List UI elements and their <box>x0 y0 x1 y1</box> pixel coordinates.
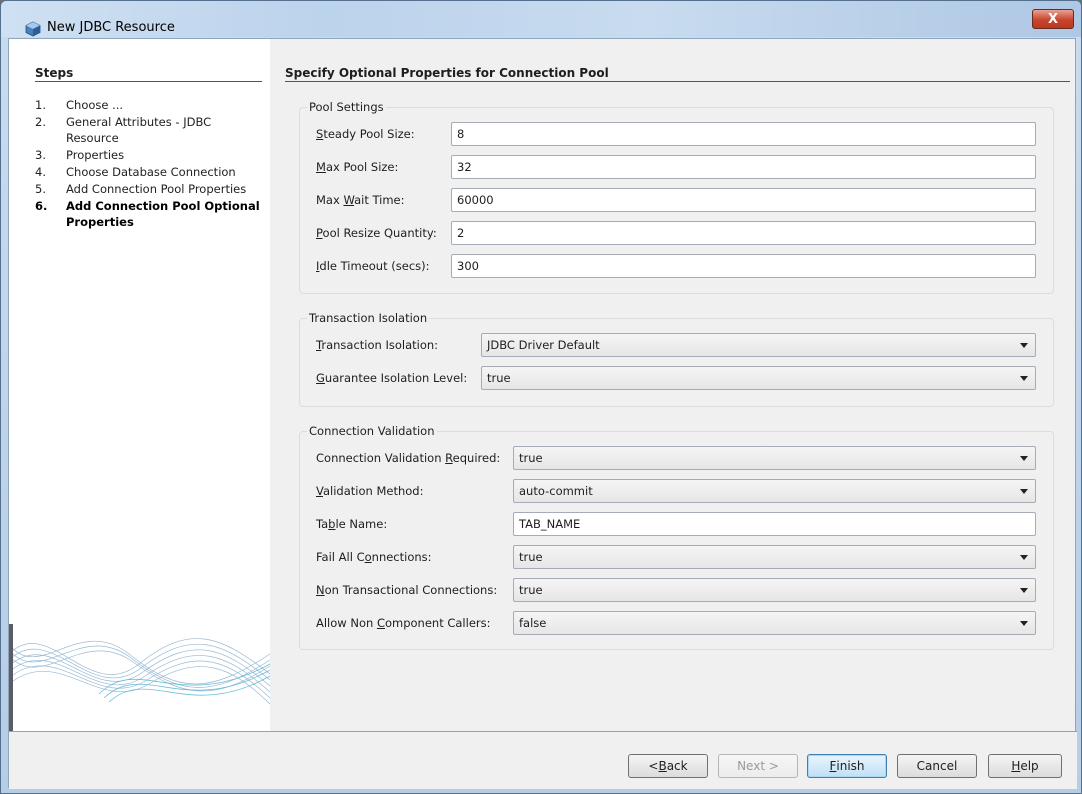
chevron-down-icon <box>1020 489 1028 494</box>
table-name-row: Table Name: TAB_NAME <box>300 512 1053 536</box>
panel-divider <box>285 81 1070 82</box>
max-wait-time-input[interactable]: 60000 <box>451 188 1036 212</box>
chevron-down-icon <box>1020 588 1028 593</box>
next-button[interactable]: Next > <box>718 754 798 778</box>
close-button[interactable]: X <box>1032 9 1074 29</box>
properties-panel: Specify Optional Properties for Connecti… <box>270 39 1077 731</box>
transaction-isolation-group: Transaction Isolation Transaction Isolat… <box>299 311 1054 407</box>
guarantee-isolation-label: Guarantee Isolation Level: <box>316 371 468 385</box>
window-title: New JDBC Resource <box>47 20 175 35</box>
steps-divider <box>35 81 262 82</box>
fail-all-connections-label: Fail All Connections: <box>316 550 432 564</box>
chevron-down-icon <box>1020 456 1028 461</box>
max-pool-size-label: Max Pool Size: <box>316 160 399 174</box>
max-pool-size-input[interactable]: 32 <box>451 155 1036 179</box>
pool-resize-quantity-row: Pool Resize Quantity: 2 <box>300 221 1053 245</box>
title-bar[interactable]: New JDBC Resource X <box>1 1 1081 37</box>
fail-all-connections-select[interactable]: true <box>513 545 1036 569</box>
pool-resize-quantity-label: Pool Resize Quantity: <box>316 226 437 240</box>
non-transactional-select[interactable]: true <box>513 578 1036 602</box>
step-item: 1. Choose ... <box>35 98 124 112</box>
close-icon: X <box>1047 11 1059 27</box>
step-item: 4. Choose Database Connection <box>35 165 236 179</box>
idle-timeout-input[interactable]: 300 <box>451 254 1036 278</box>
validation-required-select[interactable]: true <box>513 446 1036 470</box>
button-bar: < Back Next > Finish Cancel Help <box>9 731 1077 789</box>
non-component-callers-row: Allow Non Component Callers: false <box>300 611 1053 635</box>
non-component-callers-select[interactable]: false <box>513 611 1036 635</box>
validation-required-row: Connection Validation Required: true <box>300 446 1053 470</box>
chevron-down-icon <box>1020 555 1028 560</box>
group-title: Connection Validation <box>307 424 437 438</box>
finish-button[interactable]: Finish <box>807 754 887 778</box>
non-component-callers-label: Allow Non Component Callers: <box>316 616 491 630</box>
validation-required-label: Connection Validation Required: <box>316 451 501 465</box>
dialog-body: Steps 1. Choose ... 2. General Attributes … <box>8 38 1077 789</box>
group-title: Pool Settings <box>307 100 386 114</box>
pool-resize-quantity-input[interactable]: 2 <box>451 221 1036 245</box>
transaction-isolation-label: Transaction Isolation: <box>316 338 439 352</box>
back-button[interactable]: < Back <box>628 754 708 778</box>
steady-pool-size-label: Steady Pool Size: <box>316 127 415 141</box>
steps-list: 1. Choose ... 2. General Attributes - JDBC… <box>35 97 265 231</box>
chevron-down-icon <box>1020 343 1028 348</box>
guarantee-isolation-row: Guarantee Isolation Level: true <box>300 366 1053 390</box>
connection-validation-group: Connection Validation Connection Validat… <box>299 424 1054 650</box>
decorative-wave-graphic <box>9 624 270 731</box>
help-button[interactable]: Help <box>988 754 1062 778</box>
panel-heading: Specify Optional Properties for Connecti… <box>285 66 609 80</box>
validation-method-label: Validation Method: <box>316 484 424 498</box>
guarantee-isolation-select[interactable]: true <box>481 366 1036 390</box>
dialog-window: New JDBC Resource X Steps 1. Choose ... 2… <box>0 0 1082 794</box>
steps-panel: Steps 1. Choose ... 2. General Attributes … <box>9 39 270 731</box>
steps-heading: Steps <box>35 66 74 80</box>
cancel-button[interactable]: Cancel <box>897 754 977 778</box>
validation-method-row: Validation Method: auto-commit <box>300 479 1053 503</box>
group-title: Transaction Isolation <box>307 311 430 325</box>
step-item: 2. General Attributes - JDBC Resource <box>35 115 212 145</box>
step-item-current: 6. Add Connection Pool Optional Propertie… <box>35 199 260 229</box>
transaction-isolation-row: Transaction Isolation: JDBC Driver Defau… <box>300 333 1053 357</box>
steady-pool-size-row: Steady Pool Size: 8 <box>300 122 1053 146</box>
max-wait-time-row: Max Wait Time: 60000 <box>300 188 1053 212</box>
non-transactional-label: Non Transactional Connections: <box>316 583 498 597</box>
table-name-label: Table Name: <box>316 517 388 531</box>
chevron-down-icon <box>1020 376 1028 381</box>
step-item: 3. Properties <box>35 148 125 162</box>
netbeans-cube-icon <box>25 21 41 37</box>
max-wait-time-label: Max Wait Time: <box>316 193 405 207</box>
pool-settings-group: Pool Settings Steady Pool Size: 8 Max Po… <box>299 100 1054 294</box>
max-pool-size-row: Max Pool Size: 32 <box>300 155 1053 179</box>
step-item: 5. Add Connection Pool Properties <box>35 182 247 196</box>
non-transactional-row: Non Transactional Connections: true <box>300 578 1053 602</box>
idle-timeout-row: Idle Timeout (secs): 300 <box>300 254 1053 278</box>
steady-pool-size-input[interactable]: 8 <box>451 122 1036 146</box>
table-name-input[interactable]: TAB_NAME <box>513 512 1036 536</box>
transaction-isolation-select[interactable]: JDBC Driver Default <box>481 333 1036 357</box>
fail-all-connections-row: Fail All Connections: true <box>300 545 1053 569</box>
chevron-down-icon <box>1020 621 1028 626</box>
validation-method-select[interactable]: auto-commit <box>513 479 1036 503</box>
idle-timeout-label: Idle Timeout (secs): <box>316 259 430 273</box>
